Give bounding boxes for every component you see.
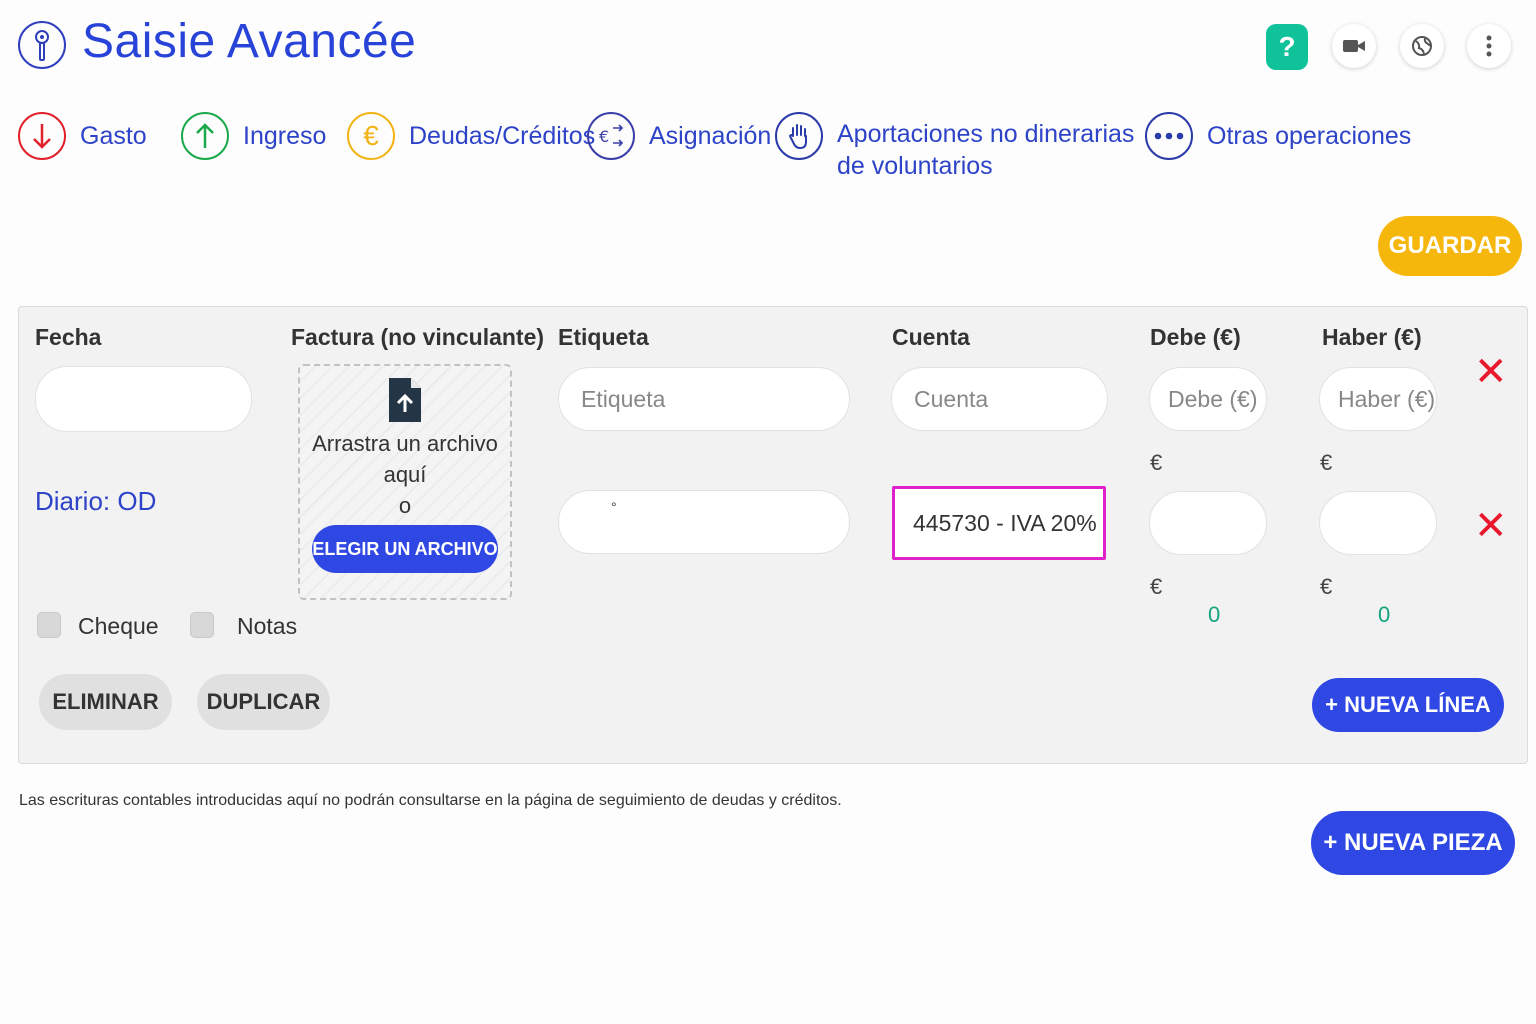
cheque-checkbox[interactable]	[37, 612, 61, 638]
op-ingreso-label: Ingreso	[243, 122, 327, 150]
header-etiqueta: Etiqueta	[558, 324, 649, 350]
new-line-button[interactable]: + NUEVA LÍNEA	[1312, 678, 1504, 732]
op-gasto[interactable]: Gasto	[18, 112, 147, 160]
header-fecha: Fecha	[35, 324, 102, 350]
debe-currency-2: €	[1150, 574, 1163, 599]
header-cuenta: Cuenta	[892, 324, 970, 350]
key-icon	[35, 30, 49, 61]
app-logo	[18, 21, 66, 69]
more-menu-button[interactable]	[1467, 24, 1511, 68]
globe-button[interactable]	[1400, 24, 1444, 68]
header-debe: Debe (€)	[1150, 324, 1241, 350]
etiqueta-input-2[interactable]: °	[558, 490, 850, 554]
op-aportaciones[interactable]: Aportaciones no dinerarias de voluntario…	[775, 112, 1134, 182]
op-deudas-creditos[interactable]: € Deudas/Créditos	[347, 112, 595, 160]
close-icon[interactable]: ✕	[1474, 352, 1508, 392]
cuenta-input-1[interactable]: Cuenta	[891, 367, 1108, 431]
new-piece-button[interactable]: + NUEVA PIEZA	[1311, 811, 1515, 875]
duplicate-button[interactable]: DUPLICAR	[197, 674, 330, 730]
footer-note: Las escrituras contables introducidas aq…	[19, 792, 842, 809]
video-button[interactable]	[1332, 24, 1376, 68]
euro-exchange-icon: €	[587, 112, 635, 160]
page-title: Saisie Avancée	[82, 15, 417, 68]
euro-icon: €	[347, 112, 395, 160]
svg-text:€: €	[599, 127, 609, 146]
cuenta-input-2[interactable]: 445730 - IVA 20%	[892, 486, 1106, 560]
video-camera-icon	[1343, 40, 1365, 52]
debe-total: 0	[1208, 602, 1221, 627]
help-button[interactable]: ?	[1266, 24, 1308, 70]
globe-icon	[1412, 36, 1432, 56]
haber-currency-1: €	[1320, 450, 1333, 475]
hand-icon	[775, 112, 823, 160]
op-ingreso[interactable]: Ingreso	[181, 112, 326, 160]
op-aportaciones-label: Aportaciones no dinerarias de voluntario…	[837, 120, 1135, 180]
op-otras-label: Otras operaciones	[1207, 122, 1412, 150]
haber-input-1[interactable]: Haber (€)	[1319, 367, 1437, 431]
arrow-up-icon	[181, 112, 229, 160]
op-otras[interactable]: Otras operaciones	[1145, 112, 1411, 160]
debe-currency-1: €	[1150, 450, 1163, 475]
dropzone-text: Arrastra un archivo aquí o	[312, 431, 498, 518]
op-asignacion[interactable]: € Asignación	[587, 112, 771, 160]
save-button[interactable]: GUARDAR	[1378, 216, 1522, 276]
haber-currency-2: €	[1320, 574, 1333, 599]
op-asignacion-label: Asignación	[649, 122, 772, 150]
fecha-input[interactable]	[35, 366, 252, 432]
debe-input-2[interactable]	[1149, 491, 1267, 555]
more-vertical-icon	[1486, 35, 1492, 57]
more-dots-icon	[1145, 112, 1193, 160]
journal-label: Diario: OD	[35, 486, 157, 516]
header-haber: Haber (€)	[1322, 324, 1422, 350]
notas-label: Notas	[237, 613, 298, 639]
cheque-label: Cheque	[78, 613, 159, 639]
op-gasto-label: Gasto	[80, 122, 147, 150]
haber-total: 0	[1378, 602, 1391, 627]
debe-input-1[interactable]: Debe (€)	[1149, 367, 1267, 431]
file-dropzone[interactable]: Arrastra un archivo aquí o ELEGIR UN ARC…	[298, 364, 512, 600]
choose-file-button[interactable]: ELEGIR UN ARCHIVO	[312, 525, 498, 573]
file-upload-icon	[389, 378, 421, 422]
op-deudas-label: Deudas/Créditos	[409, 122, 596, 150]
help-icon: ?	[1278, 31, 1296, 62]
delete-button[interactable]: ELIMINAR	[39, 674, 172, 730]
arrow-down-icon	[18, 112, 66, 160]
etiqueta-input-1[interactable]: Etiqueta	[558, 367, 850, 431]
haber-input-2[interactable]	[1319, 491, 1437, 555]
header-factura: Factura (no vinculante)	[291, 324, 545, 350]
close-icon[interactable]: ✕	[1474, 506, 1508, 546]
notas-checkbox[interactable]	[190, 612, 214, 638]
